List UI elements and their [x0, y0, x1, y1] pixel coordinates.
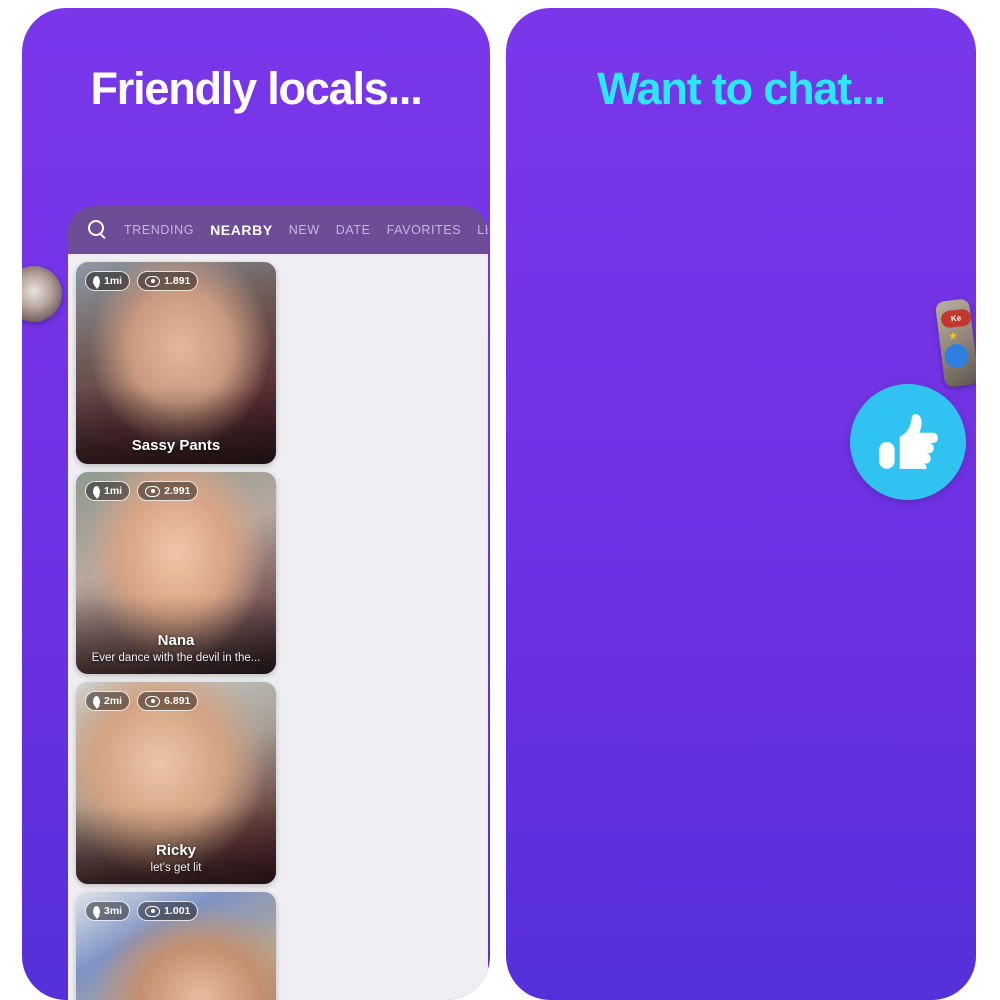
right-showcase-panel: Want to chat... Ke ★ Ricky Hey Jess, you…: [506, 8, 976, 1000]
location-pin-icon: [93, 486, 100, 496]
views-value: 1.001: [164, 905, 191, 917]
views-badge: 1.891: [137, 271, 199, 291]
distance-badge: 2mi: [85, 691, 131, 711]
distance-badge: 1mi: [85, 271, 131, 291]
peek-avatar: [22, 266, 62, 322]
right-headline: Want to chat...: [597, 63, 886, 114]
views-value: 2.991: [164, 485, 191, 497]
discover-search-bar[interactable]: TRENDING NEARBY NEW DATE FAVORITES LE: [68, 206, 488, 254]
star-icon: ★: [947, 329, 959, 343]
card-badges: 2mi 6.891: [85, 691, 199, 711]
location-pin-icon: [93, 696, 100, 706]
location-pin-icon: [93, 276, 100, 286]
tab-date[interactable]: DATE: [336, 223, 371, 237]
card-badges: 1mi 2.991: [85, 481, 199, 501]
streamer-name: Nana: [157, 632, 195, 650]
tab-nearby[interactable]: NEARBY: [210, 222, 273, 238]
streamer-tagline: Ever dance with the devil in the...: [91, 652, 261, 665]
tab-favorites[interactable]: FAVORITES: [387, 223, 462, 237]
distance-badge: 3mi: [85, 901, 131, 921]
streamer-card[interactable]: 3mi1.001Erika97#newstreamer let’s chat: [76, 892, 276, 1000]
discover-phone-mockup: TRENDING NEARBY NEW DATE FAVORITES LE 1m…: [68, 206, 488, 1000]
peek-card-circle-icon: [943, 342, 970, 370]
peek-card-badge: Ke: [940, 308, 972, 329]
eye-icon: [145, 485, 161, 497]
peek-card: Ke ★: [934, 298, 976, 388]
card-badges: 1mi 1.891: [85, 271, 199, 291]
eye-icon: [145, 275, 161, 287]
tab-new[interactable]: NEW: [289, 223, 320, 237]
eye-icon: [145, 695, 161, 707]
distance-value: 3mi: [104, 905, 123, 917]
left-headline: Friendly locals...: [90, 63, 422, 114]
card-caption: Ricky let’s get lit: [76, 842, 276, 876]
tab-le[interactable]: LE: [477, 223, 488, 237]
card-caption: Sassy Pants: [76, 437, 276, 456]
distance-value: 1mi: [104, 275, 123, 287]
distance-value: 1mi: [104, 485, 123, 497]
views-value: 6.891: [164, 695, 191, 707]
streamer-tagline: let’s get lit: [150, 862, 202, 875]
tab-trending[interactable]: TRENDING: [124, 223, 194, 237]
streamer-card[interactable]: 1mi 2.991 Nana Ever dance with the devil in…: [76, 472, 276, 674]
search-icon[interactable]: [88, 220, 108, 240]
location-pin-icon: [93, 906, 100, 916]
eye-icon: [145, 905, 161, 917]
streamer-name: Ricky: [155, 842, 197, 860]
streamer-card[interactable]: 1mi 1.891 Sassy Pants: [76, 262, 276, 464]
distance-badge: 1mi: [85, 481, 131, 501]
views-badge: 6.891: [137, 691, 199, 711]
streamer-card-grid[interactable]: 1mi 1.891 Sassy Pants 1mi 2.991 Nana Ever danc…: [68, 254, 488, 1000]
card-caption: Nana Ever dance with the devil in the...: [76, 632, 276, 666]
card-badges: 3mi 1.001: [85, 901, 199, 921]
views-value: 1.891: [164, 275, 191, 287]
views-badge: 2.991: [137, 481, 199, 501]
thumbs-up-sticker: [850, 384, 966, 500]
streamer-card[interactable]: 2mi 6.891 Ricky let’s get lit: [76, 682, 276, 884]
left-showcase-panel: Friendly locals... TRENDING NEARBY NEW D…: [22, 8, 490, 1000]
streamer-name: Sassy Pants: [131, 437, 221, 455]
views-badge: 1.001: [137, 901, 199, 921]
distance-value: 2mi: [104, 695, 123, 707]
